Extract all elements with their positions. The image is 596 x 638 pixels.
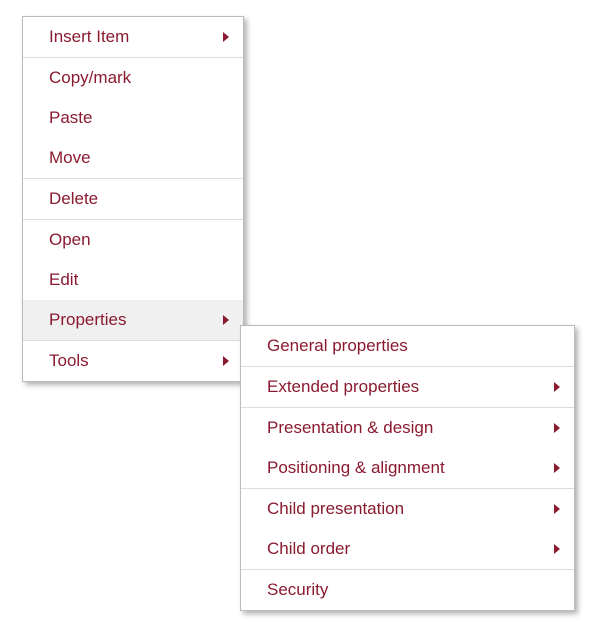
context-menu-properties-submenu: General properties Extended properties P…: [240, 325, 575, 611]
chevron-right-icon: [554, 382, 560, 392]
menu-item-label: Insert Item: [49, 27, 129, 47]
menu-item-label: Move: [49, 148, 91, 168]
menu-item-label: Positioning & alignment: [267, 458, 445, 478]
chevron-right-icon: [554, 544, 560, 554]
menu-item-label: Edit: [49, 270, 78, 290]
menu-item-insert-item[interactable]: Insert Item: [23, 17, 243, 57]
menu-item-security[interactable]: Security: [241, 570, 574, 610]
chevron-right-icon: [554, 463, 560, 473]
menu-item-move[interactable]: Move: [23, 138, 243, 178]
menu-item-delete[interactable]: Delete: [23, 179, 243, 219]
chevron-right-icon: [223, 32, 229, 42]
menu-item-child-order[interactable]: Child order: [241, 529, 574, 569]
chevron-right-icon: [223, 356, 229, 366]
menu-item-child-presentation[interactable]: Child presentation: [241, 489, 574, 529]
menu-item-label: Paste: [49, 108, 92, 128]
chevron-right-icon: [554, 423, 560, 433]
menu-item-label: Extended properties: [267, 377, 419, 397]
menu-item-label: Child presentation: [267, 499, 404, 519]
menu-item-label: Properties: [49, 310, 126, 330]
menu-item-label: Child order: [267, 539, 350, 559]
chevron-right-icon: [223, 315, 229, 325]
menu-item-copy-mark[interactable]: Copy/mark: [23, 58, 243, 98]
menu-item-paste[interactable]: Paste: [23, 98, 243, 138]
chevron-right-icon: [554, 504, 560, 514]
menu-item-general-properties[interactable]: General properties: [241, 326, 574, 366]
context-menu-main: Insert Item Copy/mark Paste Move Delete …: [22, 16, 244, 382]
menu-item-tools[interactable]: Tools: [23, 341, 243, 381]
menu-item-label: Open: [49, 230, 91, 250]
menu-item-label: Tools: [49, 351, 89, 371]
menu-item-edit[interactable]: Edit: [23, 260, 243, 300]
menu-item-label: Delete: [49, 189, 98, 209]
menu-item-positioning-alignment[interactable]: Positioning & alignment: [241, 448, 574, 488]
menu-item-extended-properties[interactable]: Extended properties: [241, 367, 574, 407]
menu-item-label: Security: [267, 580, 328, 600]
menu-item-label: General properties: [267, 336, 408, 356]
menu-item-open[interactable]: Open: [23, 220, 243, 260]
menu-item-label: Copy/mark: [49, 68, 131, 88]
menu-item-properties[interactable]: Properties: [23, 300, 243, 340]
menu-item-presentation-design[interactable]: Presentation & design: [241, 408, 574, 448]
menu-item-label: Presentation & design: [267, 418, 433, 438]
